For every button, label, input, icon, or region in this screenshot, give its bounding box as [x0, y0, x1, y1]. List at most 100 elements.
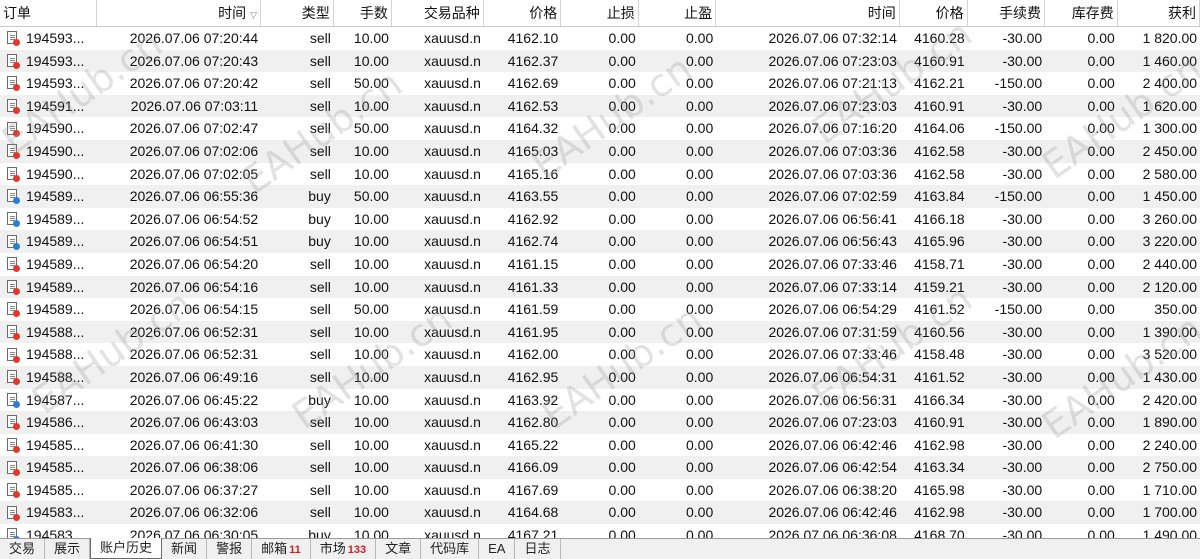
- cell-profit: 2 440.00: [1142, 255, 1198, 272]
- bottom-tab-bar: 交易 展示 账户历史 新闻 警报 邮箱 11 市场 133 文章 代码库 EA 日志: [0, 538, 1200, 559]
- cell-profit: 2 240.00: [1142, 436, 1198, 453]
- cell-close-time: 2026.07.06 06:42:54: [768, 459, 897, 476]
- sell-order-icon: [6, 369, 20, 386]
- cell-lots: 10.00: [353, 210, 389, 227]
- col-header-swap[interactable]: 库存费: [1045, 0, 1118, 26]
- tab-4[interactable]: 警报: [207, 539, 253, 559]
- tab-7[interactable]: 文章: [376, 539, 422, 559]
- table-row[interactable]: 194587... 2026.07.06 06:45:22 buy 10.00 xauu…: [0, 389, 1200, 412]
- cell-swap: 0.00: [1087, 165, 1115, 182]
- table-row[interactable]: 194590... 2026.07.06 07:02:47 sell 50.00 xau…: [0, 117, 1200, 140]
- table-row[interactable]: 194588... 2026.07.06 06:52:31 sell 10.00 xau…: [0, 343, 1200, 366]
- col-header-commission[interactable]: 手续费: [968, 0, 1046, 26]
- tab-6[interactable]: 市场 133: [311, 539, 377, 559]
- table-row[interactable]: 194583... 2026.07.06 06:32:06 sell 10.00 xau…: [0, 501, 1200, 525]
- cell-swap: 0.00: [1087, 75, 1115, 92]
- cell-commission: -30.00: [1002, 142, 1043, 159]
- table-row[interactable]: 194585... 2026.07.06 06:37:27 sell 10.00 xau…: [0, 479, 1200, 502]
- tab-3[interactable]: 新闻: [162, 539, 208, 559]
- cell-swap: 0.00: [1087, 323, 1115, 340]
- cell-close-price: 4163.34: [914, 459, 965, 476]
- cell-profit: 1 820.00: [1142, 30, 1198, 46]
- tab-label: 文章: [385, 541, 412, 556]
- cell-sl: 0.00: [608, 436, 636, 453]
- cell-sl: 0.00: [608, 52, 636, 69]
- table-row[interactable]: 194588... 2026.07.06 06:52:31 sell 10.00 xau…: [0, 320, 1200, 344]
- col-header-lots[interactable]: 手数: [334, 0, 392, 26]
- cell-close-time: 2026.07.06 07:33:14: [768, 278, 897, 295]
- cell-profit: 1 300.00: [1142, 120, 1198, 137]
- cell-open-price: 4162.37: [507, 52, 559, 69]
- cell-sl: 0.00: [608, 504, 636, 521]
- cell-swap: 0.00: [1087, 527, 1115, 538]
- table-row[interactable]: 194583... 2026.07.06 06:30:05 buy 10.00 xauu…: [0, 524, 1200, 538]
- col-header-open-time[interactable]: 时间 ▽: [97, 0, 262, 26]
- cell-symbol: xauusd.n: [424, 368, 481, 385]
- cell-open-price: 4165.16: [507, 165, 559, 182]
- cell-commission: -30.00: [1002, 481, 1043, 498]
- tab-10[interactable]: 日志: [515, 539, 561, 559]
- col-header-close-price[interactable]: 价格: [900, 0, 968, 26]
- tab-0[interactable]: 交易: [0, 539, 46, 559]
- col-header-type[interactable]: 类型: [261, 0, 334, 26]
- table-row[interactable]: 194589... 2026.07.06 06:54:51 buy 10.00 xauu…: [0, 230, 1200, 253]
- table-row[interactable]: 194589... 2026.07.06 06:54:20 sell 10.00 xau…: [0, 253, 1200, 276]
- table-row[interactable]: 194593... 2026.07.06 07:20:44 sell 10.00 xau…: [0, 27, 1200, 50]
- table-row[interactable]: 194590... 2026.07.06 07:02:05 sell 10.00 xau…: [0, 163, 1200, 186]
- table-row[interactable]: 194585... 2026.07.06 06:38:06 sell 10.00 xau…: [0, 456, 1200, 479]
- table-row[interactable]: 194589... 2026.07.06 06:54:52 buy 10.00 xauu…: [0, 208, 1200, 231]
- tab-1[interactable]: 展示: [45, 539, 91, 559]
- cell-swap: 0.00: [1087, 255, 1115, 272]
- cell-type: sell: [309, 75, 331, 92]
- table-body: 194593... 2026.07.06 07:20:44 sell 10.00 xau…: [0, 27, 1200, 538]
- cell-tp: 0.00: [686, 459, 714, 476]
- cell-commission: -150.00: [994, 120, 1043, 137]
- col-header-tp[interactable]: 止盈: [639, 0, 717, 26]
- table-row[interactable]: 194588... 2026.07.06 06:49:16 sell 10.00 xau…: [0, 365, 1200, 389]
- cell-open-time: 2026.07.06 06:30:05: [129, 527, 259, 538]
- history-table: 订单 时间 ▽ 类型 手数 交易品种 价格 止损 止盈 时间 价格 手续费 库存费…: [0, 0, 1200, 538]
- order-number: 194587...: [26, 391, 85, 408]
- table-row[interactable]: 194591... 2026.07.06 07:03:11 sell 10.00 xau…: [0, 94, 1200, 118]
- cell-profit: 2 580.00: [1142, 165, 1198, 182]
- table-row[interactable]: 194586... 2026.07.06 06:43:03 sell 10.00 xau…: [0, 411, 1200, 434]
- order-number: 194589...: [26, 210, 85, 227]
- tab-8[interactable]: 代码库: [421, 539, 480, 559]
- col-header-open-price[interactable]: 价格: [484, 0, 562, 26]
- table-row[interactable]: 194589... 2026.07.06 06:54:16 sell 10.00 xau…: [0, 275, 1200, 299]
- cell-open-price: 4162.95: [507, 368, 559, 385]
- cell-type: buy: [308, 188, 331, 205]
- tab-5[interactable]: 邮箱 11: [252, 539, 311, 559]
- col-header-profit[interactable]: 获利: [1118, 0, 1200, 26]
- tab-9[interactable]: EA: [479, 539, 516, 559]
- cell-order: 194585...: [0, 479, 97, 502]
- cell-commission: -30.00: [1002, 255, 1043, 272]
- cell-swap: 0.00: [1087, 391, 1115, 408]
- cell-order: 194591...: [0, 95, 97, 118]
- table-row[interactable]: 194593... 2026.07.06 07:20:43 sell 10.00 xau…: [0, 49, 1200, 73]
- order-number: 194583...: [26, 527, 85, 538]
- table-row[interactable]: 194585... 2026.07.06 06:41:30 sell 10.00 xau…: [0, 434, 1200, 457]
- tab-2[interactable]: 账户历史: [90, 538, 163, 559]
- cell-tp: 0.00: [686, 30, 714, 46]
- table-row[interactable]: 194590... 2026.07.06 07:02:06 sell 10.00 xau…: [0, 139, 1200, 163]
- cell-open-time: 2026.07.06 06:54:51: [129, 233, 259, 250]
- order-number: 194588...: [26, 323, 85, 340]
- cell-sl: 0.00: [608, 391, 636, 408]
- col-header-sl[interactable]: 止损: [561, 0, 639, 26]
- cell-tp: 0.00: [686, 97, 714, 114]
- cell-open-price: 4162.53: [507, 97, 559, 114]
- table-row[interactable]: 194593... 2026.07.06 07:20:42 sell 50.00 xau…: [0, 72, 1200, 95]
- tab-label: 市场: [319, 541, 346, 556]
- cell-open-price: 4162.74: [507, 233, 559, 250]
- col-header-close-time[interactable]: 时间: [716, 0, 900, 26]
- table-row[interactable]: 194589... 2026.07.06 06:55:36 buy 50.00 xauu…: [0, 185, 1200, 208]
- cell-sl: 0.00: [608, 97, 636, 114]
- sell-order-icon: [6, 166, 20, 182]
- col-header-symbol[interactable]: 交易品种: [392, 0, 484, 26]
- cell-close-time: 2026.07.06 06:38:20: [768, 481, 897, 498]
- col-header-order[interactable]: 订单: [0, 0, 97, 26]
- order-number: 194590...: [26, 142, 85, 159]
- table-row[interactable]: 194589... 2026.07.06 06:54:15 sell 50.00 xau…: [0, 298, 1200, 321]
- buy-order-icon: [6, 234, 20, 250]
